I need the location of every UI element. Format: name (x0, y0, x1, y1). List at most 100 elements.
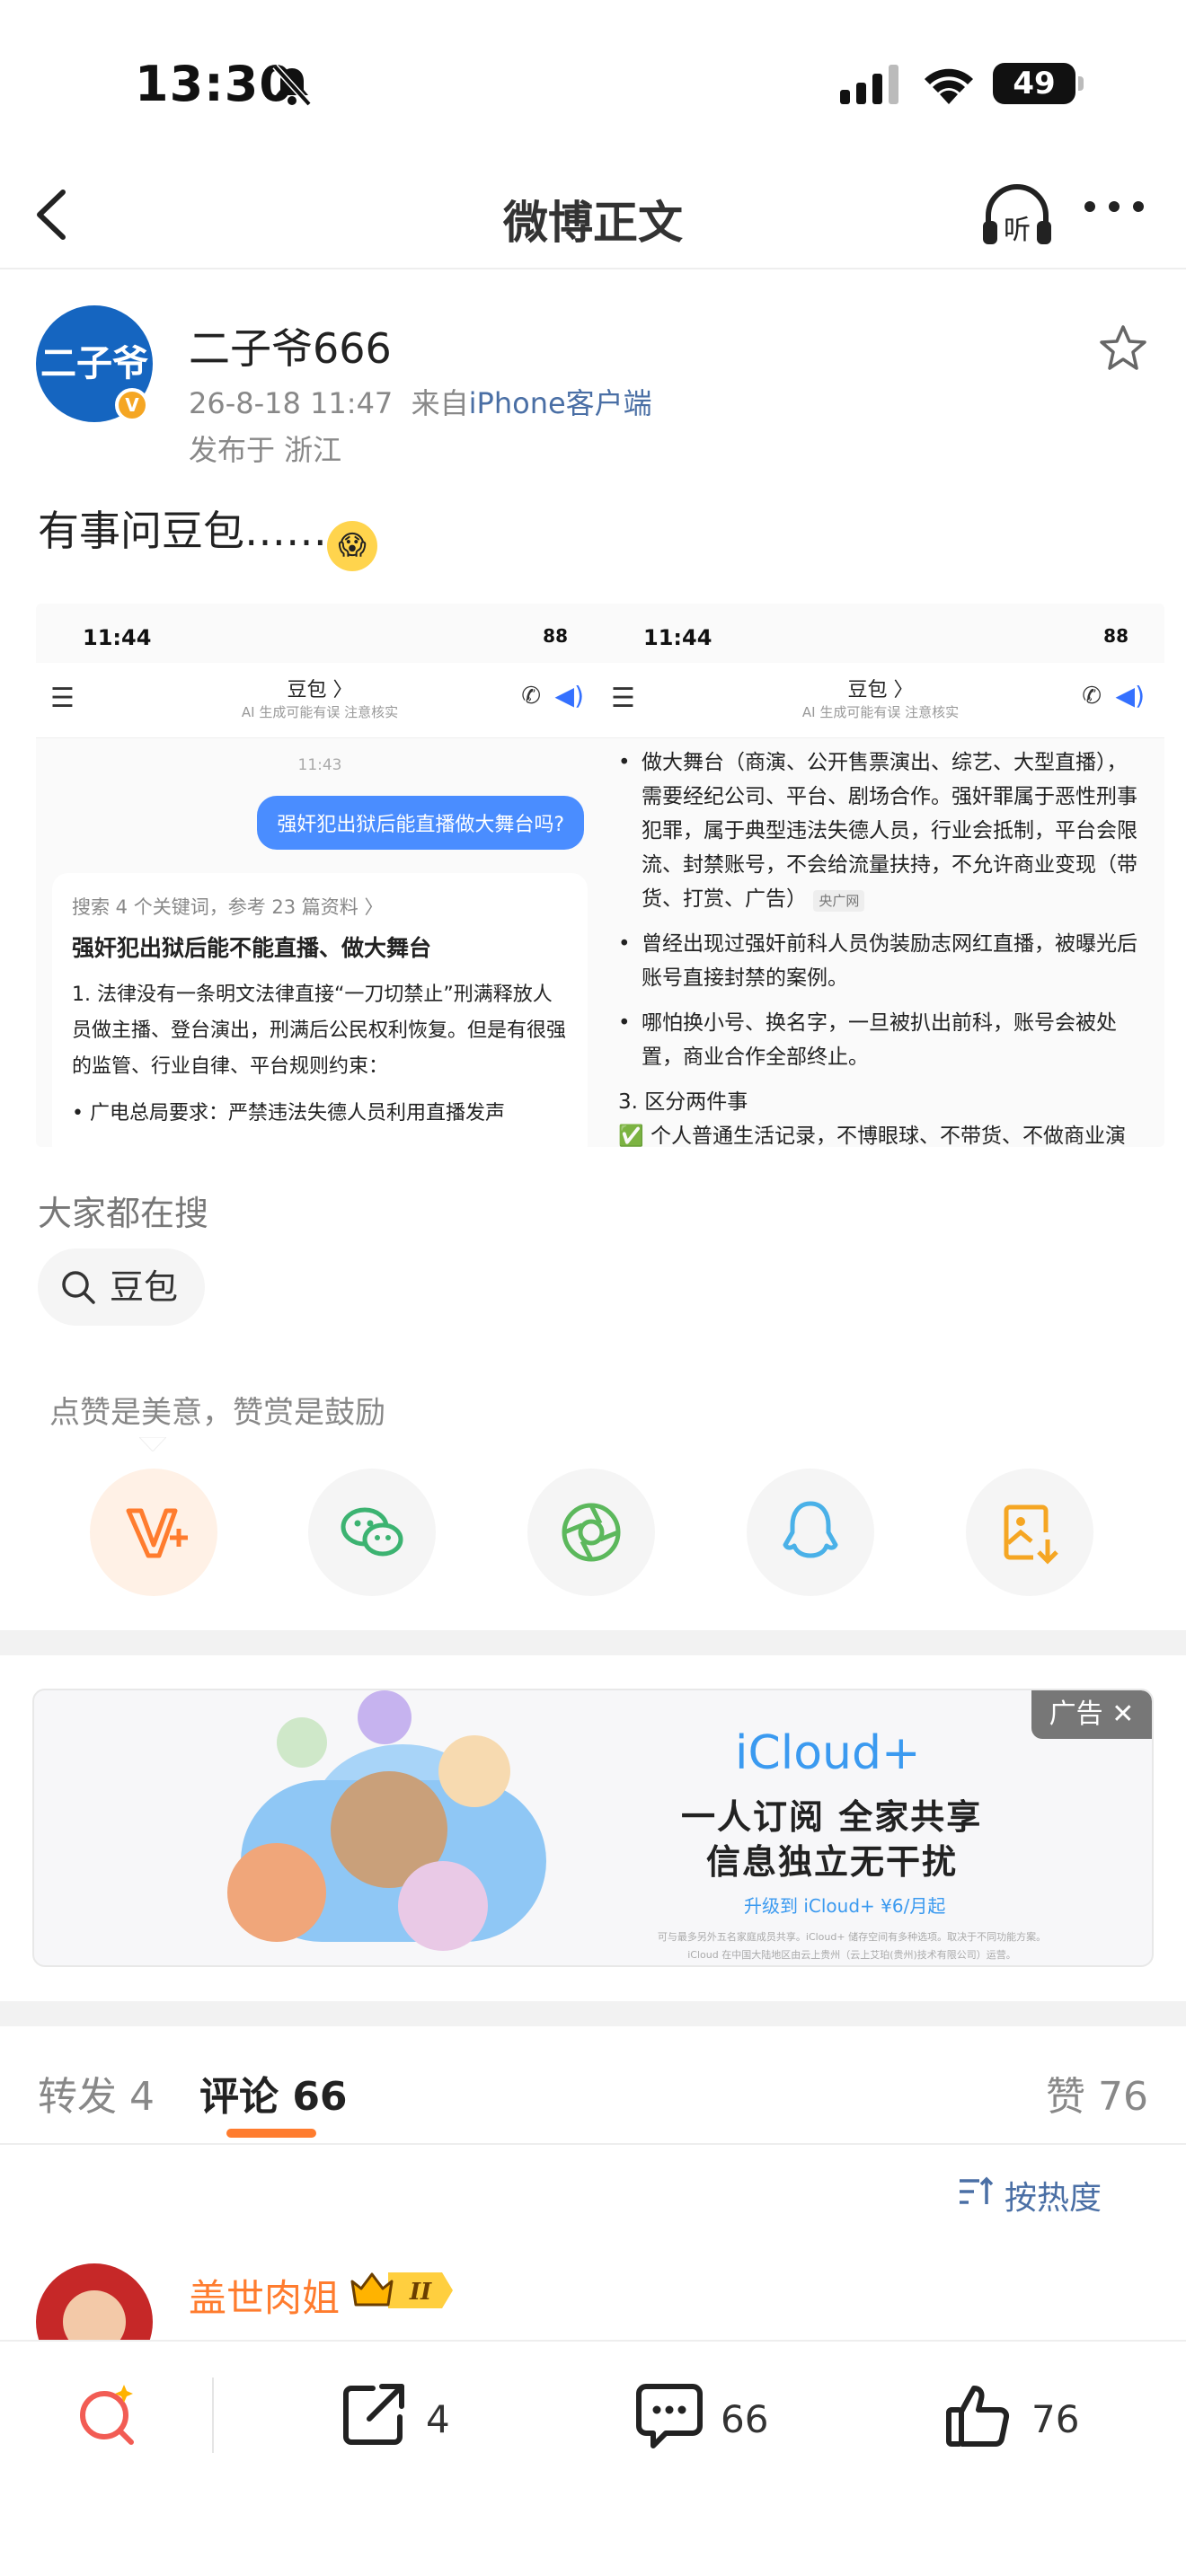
section-divider (0, 2001, 1186, 2026)
share-wechat-button[interactable] (308, 1469, 436, 1596)
image-answer-p1: 1. 法律没有一条明文法律直接“一刀切禁止”刑满释放人员做主播、登台演出，刑满后… (72, 984, 567, 1078)
search-chip-doubao[interactable]: 豆包 (38, 1248, 205, 1326)
tooltip-pointer (139, 1437, 166, 1451)
cellular-signal-icon (840, 65, 898, 104)
svg-text:听: 听 (1004, 215, 1031, 246)
wifi-icon (925, 68, 973, 104)
interaction-tabs: 转发 4 评论 66 赞 76 (0, 2028, 1186, 2145)
shocked-emoji-icon: 😱 (327, 521, 377, 571)
image-chat-title: 豆包 〉 (287, 679, 353, 701)
post-meta: 26-8-18 11:47 来自iPhone客户端 (189, 381, 652, 422)
tab-reposts[interactable]: 转发 4 (38, 2064, 155, 2122)
image-answer-bullet-1: 做大舞台（商演、公开售票演出、综艺、大型直播），需要经纪公司、平台、剧场合作。强… (618, 745, 1143, 916)
search-chip-label: 豆包 (110, 1267, 179, 1307)
share-moments-button[interactable] (527, 1469, 655, 1596)
ad-headline-2: 信息独立无干扰 (706, 1842, 959, 1882)
ad-memoji-top-right (438, 1735, 510, 1807)
post-timestamp: 26-8-18 11:47 (189, 386, 394, 420)
image-battery: 88 (543, 625, 568, 647)
ad-close-tag[interactable]: 广告 ✕ (1031, 1690, 1152, 1739)
like-thumb-icon[interactable] (943, 2379, 1015, 2451)
image-answer-bullet-2: 曾经出现过强奸前科人员伪装励志网红直播，被曝光后账号直接封禁的案例。 (618, 927, 1143, 995)
repost-count: 4 (426, 2397, 450, 2441)
save-image-button[interactable] (966, 1469, 1093, 1596)
phone-icon: ✆ (1082, 683, 1102, 710)
image-question-bubble: 强奸犯出狱后能直播做大舞台吗? (257, 796, 584, 850)
speaker-icon: ◀) (554, 681, 584, 710)
image-answer-list: 做大舞台（商演、公开售票演出、综艺、大型直播），需要经纪公司、平台、剧场合作。强… (597, 738, 1164, 1147)
nav-bar: 微博正文 听 (0, 162, 1186, 269)
phone-icon: ✆ (521, 683, 541, 710)
ad-memoji-top (358, 1690, 412, 1744)
verified-badge-icon: V (115, 388, 149, 422)
image-message-time: 11:43 (297, 756, 342, 774)
image-time: 11:44 (643, 625, 712, 650)
ad-banner[interactable]: iCloud+ 一人订阅 全家共享 信息独立无干扰 升级到 iCloud+ ¥6… (32, 1689, 1154, 1967)
sort-icon (960, 2176, 994, 2204)
post-source[interactable]: iPhone客户端 (469, 386, 652, 420)
image-answer-heading: 强奸犯出狱后能不能直播、做大舞台 (72, 935, 432, 961)
image-answer-p3: 3. 区分两件事 (618, 1090, 748, 1114)
sort-by-hot-button[interactable]: 按热度 (960, 2172, 1102, 2219)
image-chat-subtitle: AI 生成可能有误 注意核实 (241, 704, 399, 720)
section-divider (0, 1630, 1186, 1655)
appreciate-tooltip: 点赞是美意，赞赏是鼓励 (49, 1395, 385, 1431)
ad-memoji-top-left (277, 1717, 327, 1768)
post-text-content: 有事问豆包…… (38, 507, 327, 555)
ad-logo: iCloud+ (735, 1726, 921, 1780)
ad-memoji-left (227, 1843, 326, 1942)
image-search-info: 搜索 4 个关键词，参考 23 篇资料 〉 (72, 896, 384, 918)
commenter-name[interactable]: 盖世肉姐 (189, 2268, 340, 2323)
tabbar-divider (212, 2378, 214, 2453)
search-sparkle-icon[interactable] (72, 2379, 144, 2451)
search-icon (62, 1271, 95, 1304)
ad-fineprint-2: iCloud 在中国大陆地区由云上贵州（云上艾珀(贵州)技术有限公司）运营。 (687, 1949, 1016, 1961)
image-chat-header: ☰ 豆包 〉 AI 生成可能有误 注意核实 ✆ ◀) (36, 663, 604, 738)
like-count: 76 (1031, 2397, 1080, 2441)
ad-tag-label: 广告 (1049, 1698, 1103, 1730)
ad-fineprint: 可与最多另外五名家庭成员共享。iCloud+ 储存空间有多种选项。取决于不同功能… (573, 1928, 1130, 1964)
image-chat-title: 豆包 〉 (847, 679, 914, 701)
favorite-star-icon[interactable] (1098, 323, 1148, 374)
image-answer-p3a: ✅ 个人普通生活记录，不博眼球、不带货、不做商业演出，法律层面不禁止； (618, 1125, 1126, 1147)
comment-count: 66 (721, 2397, 769, 2441)
post-image-2[interactable]: 11:44 88 ☰ 豆包 〉 AI 生成可能有误 注意核实 ✆ ◀) 做大舞台… (597, 604, 1164, 1147)
image-time: 11:44 (83, 625, 152, 650)
post-image-1[interactable]: 11:44 88 ☰ 豆包 〉 AI 生成可能有误 注意核实 ✆ ◀) 11:4… (36, 604, 604, 1147)
close-icon: ✕ (1111, 1698, 1135, 1730)
active-tab-indicator (226, 2129, 316, 2138)
mute-bell-icon (272, 64, 312, 107)
battery-indicator: 49 (993, 63, 1084, 104)
reward-button[interactable] (90, 1469, 217, 1596)
image-battery: 88 (1103, 625, 1128, 647)
vip-crown-badge-icon: II (350, 2272, 453, 2308)
more-options-icon[interactable] (1083, 198, 1146, 216)
image-status-bar: 11:44 88 (597, 604, 1164, 657)
post-text: 有事问豆包…… 😱 (38, 498, 377, 571)
post-location: 发布于 浙江 (189, 433, 342, 467)
speaker-icon: ◀) (1115, 681, 1145, 710)
vip-level: II (409, 2279, 432, 2306)
image-answer-bullet-3: 哪怕换小号、换名字，一旦被扒出前科，账号会被处置，商业合作全部终止。 (618, 1006, 1143, 1074)
save-image-icon (1004, 1504, 1058, 1565)
ad-fineprint-1: 可与最多另外五名家庭成员共享。iCloud+ 储存空间有多种选项。取决于不同功能… (657, 1931, 1047, 1943)
qq-icon (783, 1501, 838, 1558)
repost-icon[interactable] (337, 2379, 409, 2451)
wechat-icon (341, 1507, 403, 1557)
ad-headline-1: 一人订阅 全家共享 (681, 1797, 983, 1837)
moments-icon (562, 1503, 621, 1562)
image-chat-header: ☰ 豆包 〉 AI 生成可能有误 注意核实 ✆ ◀) (597, 663, 1164, 738)
tab-likes[interactable]: 赞 76 (1046, 2064, 1148, 2122)
image-answer-p2: • 广电总局要求：严禁违法失德人员利用直播发声 (72, 1102, 505, 1125)
listen-headphones-icon[interactable]: 听 (979, 180, 1055, 251)
v-plus-icon (126, 1508, 188, 1558)
bottom-action-bar: 4 66 76 (0, 2340, 1186, 2576)
sort-label: 按热度 (1005, 2180, 1102, 2217)
share-qq-button[interactable] (747, 1469, 874, 1596)
comment-icon[interactable] (633, 2379, 705, 2451)
bullet-1-text: 做大舞台（商演、公开售票演出、综艺、大型直播），需要经纪公司、平台、剧场合作。强… (642, 751, 1137, 911)
tab-comments[interactable]: 评论 66 (199, 2064, 348, 2122)
author-name[interactable]: 二子爷666 (189, 316, 392, 375)
source-tag: 央广网 (813, 890, 865, 912)
source-prefix: 来自 (411, 386, 469, 420)
